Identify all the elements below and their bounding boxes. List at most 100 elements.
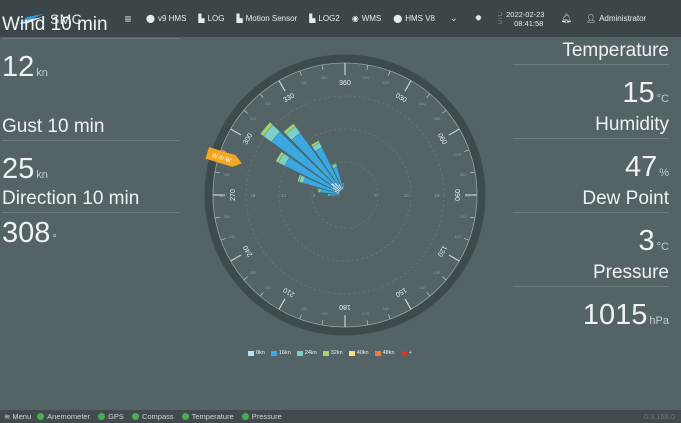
legend-label: 32kn [330,350,343,356]
user-name: Administrator [599,14,647,23]
nav-wms[interactable]: ◉ WMS [346,0,388,37]
line-chart-icon: ▙ [198,14,205,23]
status-bar: ≋ Menu Anemometer GPS Compass Temperatur… [0,410,681,423]
user-menu[interactable]: 👤︎ Administrator [586,14,646,23]
rose-speed-ring [278,128,412,262]
wifi-icon: ≋ [4,412,11,421]
nav-label: WMS [361,14,382,23]
rose-heading-label: 360 [339,80,351,87]
temperature-panel: Temperature 15 °C [513,40,669,110]
legend-item: 8kn [248,350,265,356]
clock: UTC 2022-02-23 08:41:58 [498,10,544,28]
nav-log[interactable]: ▙ LOG [192,0,230,37]
rose-tick [243,276,248,281]
rose-minor-label: 340 [301,80,308,85]
rose-tick [259,93,264,98]
value-number: 1015 [582,299,648,331]
metric-value: 25 kn [2,153,180,186]
metric-value: 15 °C [513,77,669,110]
metric-label: Gust 10 min [2,116,105,137]
status-ok-icon [98,413,106,420]
value-number: 3 [638,225,655,257]
divider [513,64,669,65]
rose-tick [278,298,286,310]
status-item-temperature: Temperature [181,412,234,421]
rose-minor-label: 020 [383,80,390,85]
rose-minor-label: 280 [223,172,230,177]
gust-10min-panel: Gust 10 min 25 kn [2,116,180,186]
value-unit: kn [36,67,48,79]
direction-10min-panel: Direction 10 min 308 ° [2,188,180,250]
rose-tick [464,238,470,241]
status-label: Anemometer [47,412,91,421]
rose-minor-label: 220 [265,285,272,290]
version-label: 0.3.158.0 [643,412,675,421]
divider [513,138,669,139]
rose-tick [448,128,460,136]
nav-motion-sensor[interactable]: ▙ Motion Sensor [230,0,303,37]
rose-radial-label: 6 [374,193,377,198]
divider [2,140,180,141]
bell-icon[interactable]: 🔔︎ [560,13,571,24]
rose-tick [366,320,369,326]
legend-item: 40kn [348,350,369,356]
legend-item: 16kn [270,350,291,356]
rose-tick [230,254,242,262]
status-label: GPS [108,412,124,421]
chevron-down-icon[interactable]: ⌄ [441,13,467,24]
metric-label: Wind 10 min [2,14,108,35]
rose-minor-label: 050 [434,116,441,121]
status-menu-button[interactable]: ≋ Menu [4,412,31,421]
status-label: Compass [141,412,174,421]
metric-label: Dew Point [582,188,669,209]
rose-bar-segment [341,183,345,185]
globe-icon: ◉ [351,14,359,23]
nav-hms-v8[interactable]: ⬤ HMS V8 [387,0,441,37]
rose-heading-label: 300 [242,132,254,146]
legend-item: + [400,350,412,356]
legend-item: 48kn [374,350,395,356]
rose-tick [299,314,302,320]
rose-heading-label: 150 [394,286,408,298]
user-icon: 👤︎ [585,14,597,23]
gear-icon[interactable]: ✹ [467,13,491,24]
rose-speed-ring [311,161,379,229]
rose-minor-label: 190 [321,311,328,316]
line-chart-icon: ▙ [236,14,243,23]
divider [513,286,669,287]
rose-minor-label: 070 [454,152,461,157]
rose-minor-label: 110 [455,234,462,239]
legend-label: 48kn [382,350,395,356]
nav-label: HMS V8 [405,14,436,23]
rose-heading-label: 120 [436,244,448,258]
status-ok-icon [37,413,45,420]
value-unit: % [659,167,669,179]
rose-tick [321,320,324,326]
legend-swatch [248,350,254,356]
rose-tick [366,64,369,70]
rose-minor-label: 170 [362,311,369,316]
rose-minor-label: 140 [419,285,426,290]
clock-date: 2022-02-23 [506,9,545,19]
status-item-pressure: Pressure [241,412,282,421]
legend-swatch [348,350,355,356]
legend-item: 24kn [296,350,317,356]
pressure-panel: Pressure 1015 hPa [513,262,669,332]
value-number: 47 [624,151,658,183]
status-ok-icon [181,413,189,420]
timezone-label: UTC [498,12,505,25]
status-item-anemometer: Anemometer [37,412,90,421]
value-number: 12 [2,51,35,83]
nav-label: LOG [207,14,225,23]
metric-value: 1015 hPa [513,299,669,332]
nav-log2[interactable]: ▙ LOG2 [303,0,346,37]
legend-swatch [322,350,329,356]
rose-minor-label: 260 [223,214,230,219]
value-unit: °C [656,93,669,105]
rose-minor-label: 230 [250,270,257,275]
rose-tick [278,80,286,92]
rose-minor-label: 160 [383,306,390,311]
rose-minor-label: 320 [265,101,272,106]
dew-point-panel: Dew Point 3 °C [513,188,669,258]
rose-heading-label: 210 [282,286,296,298]
